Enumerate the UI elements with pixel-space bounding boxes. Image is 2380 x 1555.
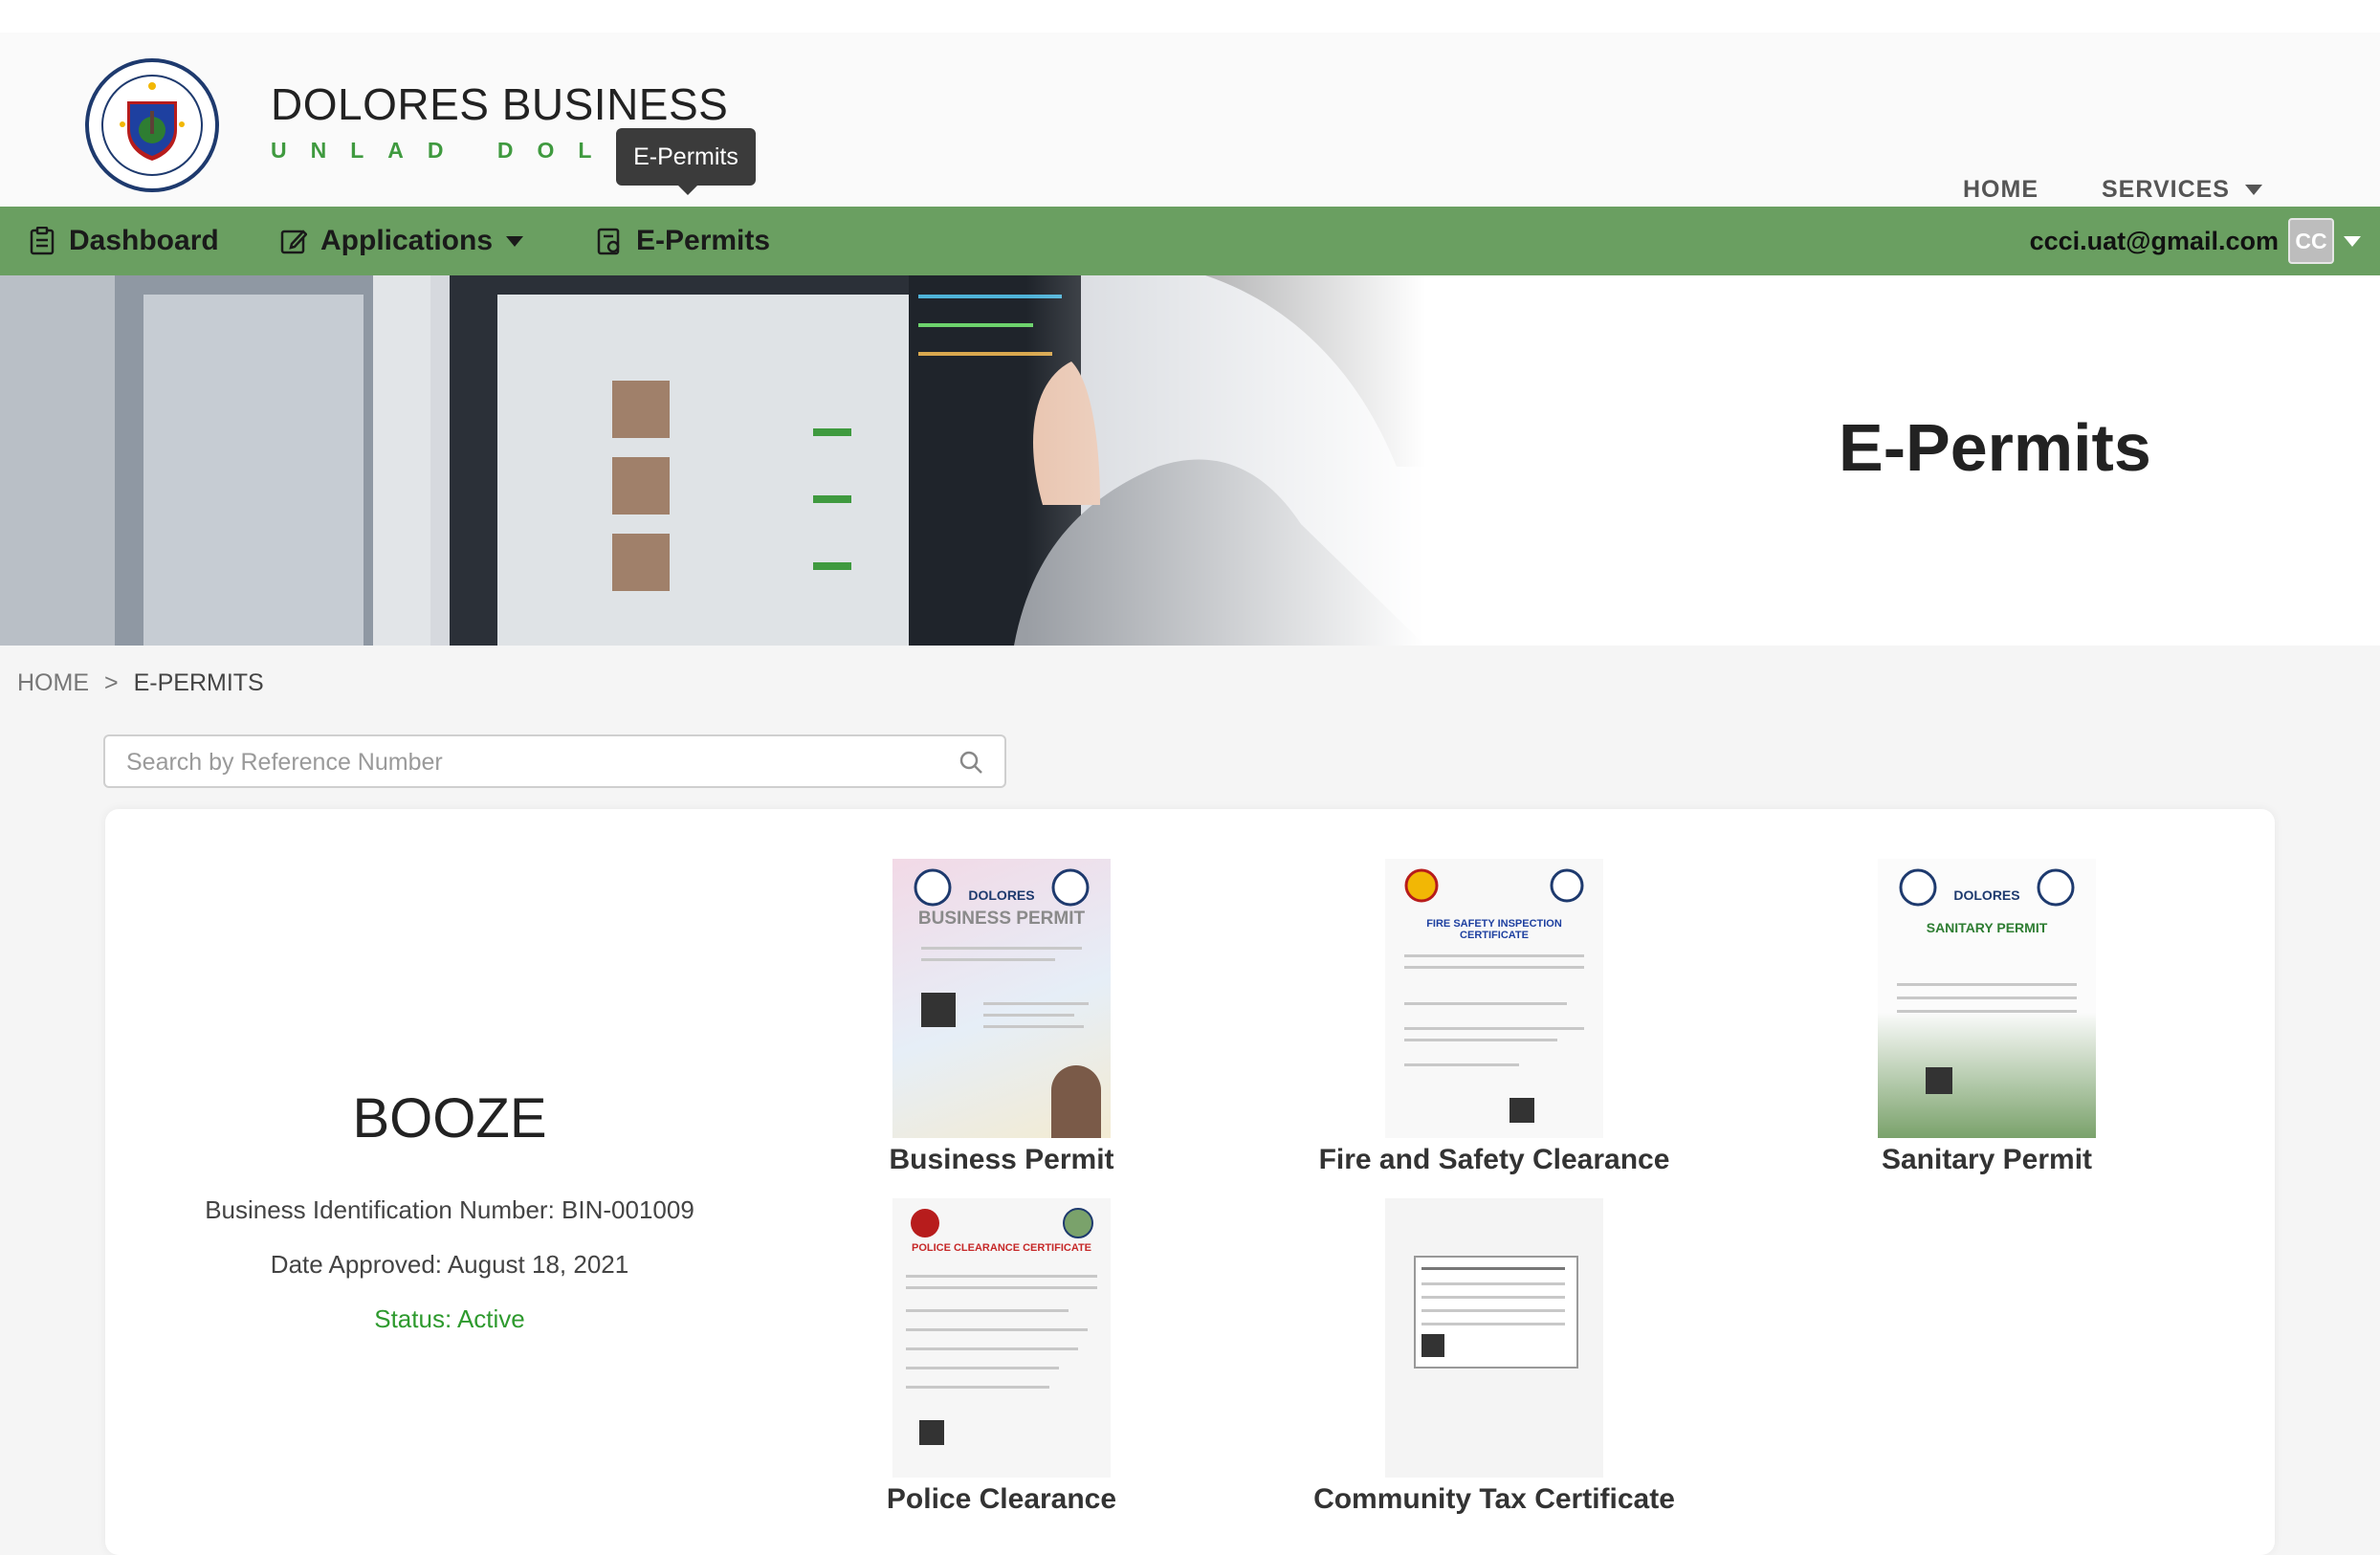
permit-fire-safety-clearance[interactable]: FIRE SAFETY INSPECTION CERTIFICATE Fire … <box>1293 859 1695 1176</box>
nav-applications-dropdown[interactable]: Applications <box>280 207 524 275</box>
top-strip <box>0 0 2380 33</box>
fire-safety-thumbnail[interactable]: FIRE SAFETY INSPECTION CERTIFICATE <box>1385 859 1603 1138</box>
nav-dashboard-label: Dashboard <box>69 225 219 256</box>
brand-title: DOLORES BUSINESS <box>271 79 729 129</box>
portrait-image <box>1051 1065 1101 1138</box>
nav-epermits-label: E-Permits <box>636 225 771 256</box>
nav-services-dropdown[interactable]: SERVICES <box>2102 176 2262 204</box>
caret-down-icon <box>506 235 524 247</box>
business-permit-thumbnail[interactable]: DOLORES BUSINESS PERMIT <box>892 859 1111 1138</box>
permit-label: Business Permit <box>889 1144 1114 1175</box>
permit-police-clearance[interactable]: POLICE CLEARANCE CERTIFICATE Police Clea… <box>801 1198 1202 1516</box>
qr-code-icon <box>1510 1098 1534 1123</box>
status-badge: Status: Active <box>374 1304 525 1333</box>
sanitary-permit-thumbnail[interactable]: DOLORES SANITARY PERMIT <box>1878 859 2096 1138</box>
qr-code-icon <box>919 1420 944 1445</box>
tax-certificate-form-image <box>1414 1256 1578 1369</box>
breadcrumb-home-link[interactable]: HOME <box>17 669 89 697</box>
permit-label: Community Tax Certificate <box>1313 1483 1675 1515</box>
site-header: DOLORES BUSINESS UNLAD DOLORES HOME SERV… <box>0 33 2380 207</box>
user-email: ccci.uat@gmail.com <box>2029 226 2279 255</box>
permit-label: Police Clearance <box>886 1483 1117 1515</box>
business-bin: Business Identification Number: BIN-0010… <box>205 1195 694 1224</box>
user-menu[interactable]: ccci.uat@gmail.com CC <box>2030 207 2361 275</box>
seal-icon <box>911 1208 1093 1238</box>
municipal-seal-logo[interactable] <box>84 57 220 193</box>
doc-title: SANITARY PERMIT <box>1926 920 2048 935</box>
breadcrumb: HOME > E-PERMITS <box>17 669 264 697</box>
seal-icon <box>1404 868 1584 903</box>
document-badge-icon <box>597 228 620 255</box>
doc-header: DOLORES <box>968 887 1035 903</box>
community-tax-thumbnail[interactable] <box>1385 1198 1603 1478</box>
doc-title: POLICE CLEARANCE CERTIFICATE <box>911 1242 1092 1254</box>
business-date-approved: Date Approved: August 18, 2021 <box>270 1250 629 1279</box>
doc-header: DOLORES <box>1953 887 2020 903</box>
edit-icon <box>280 230 307 254</box>
business-name: BOOZE <box>352 1087 547 1150</box>
doc-title: FIRE SAFETY INSPECTION CERTIFICATE <box>1426 918 1562 941</box>
hero-photo-person-at-monitor <box>0 275 1425 646</box>
nav-home-link[interactable]: HOME <box>1963 176 2038 204</box>
nav-epermits[interactable]: E-Permits <box>596 207 770 275</box>
app-navbar: Dashboard Applications E-Permits ccci.ua… <box>0 207 2380 275</box>
business-card: BOOZE Business Identification Number: BI… <box>105 809 2275 1555</box>
nav-dashboard[interactable]: Dashboard <box>29 207 219 275</box>
nav-services-label: SERVICES <box>2102 176 2230 203</box>
hero-banner: E-Permits <box>0 275 2380 646</box>
permit-sanitary-permit[interactable]: DOLORES SANITARY PERMIT Sanitary Permit <box>1786 859 2188 1176</box>
caret-down-icon <box>2344 235 2361 247</box>
qr-code-icon <box>921 993 956 1027</box>
caret-down-icon <box>2244 185 2262 195</box>
permit-label: Sanitary Permit <box>1881 1144 2093 1175</box>
hero-title: E-Permits <box>1839 410 2151 485</box>
qr-code-icon <box>1926 1067 1952 1094</box>
clipboard-icon <box>30 227 55 255</box>
search-box <box>103 734 1006 788</box>
permit-business-permit[interactable]: DOLORES BUSINESS PERMIT Business Permit <box>801 859 1202 1176</box>
nav-applications-label: Applications <box>320 225 494 256</box>
search-icon[interactable] <box>959 750 983 775</box>
permit-community-tax-certificate[interactable]: Community Tax Certificate <box>1293 1198 1695 1516</box>
avatar: CC <box>2288 218 2334 264</box>
e-permits-tooltip: E-Permits <box>616 128 756 195</box>
search-input[interactable] <box>124 736 951 788</box>
breadcrumb-current: E-PERMITS <box>133 669 264 696</box>
police-clearance-thumbnail[interactable]: POLICE CLEARANCE CERTIFICATE <box>892 1198 1111 1478</box>
breadcrumb-separator: > <box>104 669 119 696</box>
permit-label: Fire and Safety Clearance <box>1318 1144 1670 1175</box>
doc-title: BUSINESS PERMIT <box>917 909 1086 929</box>
qr-code-icon <box>1421 1334 1444 1357</box>
